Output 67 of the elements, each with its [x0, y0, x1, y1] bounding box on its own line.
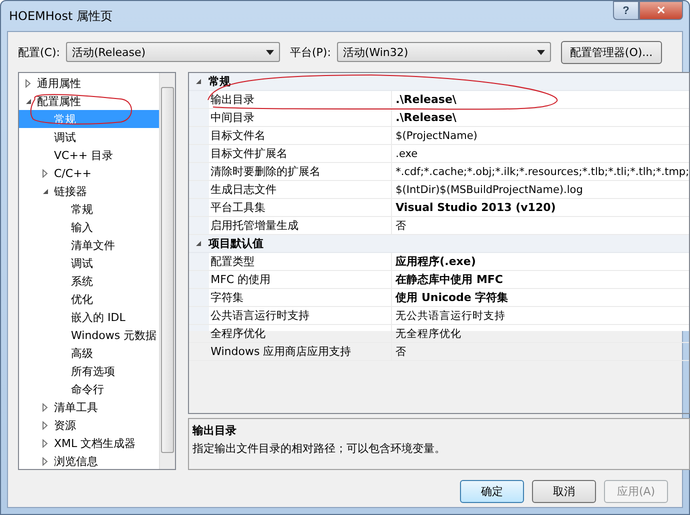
- property-value[interactable]: 否: [392, 343, 407, 360]
- tree-item[interactable]: 高级: [19, 344, 159, 362]
- tree-item[interactable]: 清单工具: [19, 398, 159, 416]
- tree-item[interactable]: 通用属性: [19, 74, 159, 92]
- dialog-button[interactable]: 确定: [460, 480, 524, 503]
- property-name[interactable]: 目标文件名: [208, 127, 392, 144]
- property-value[interactable]: Visual Studio 2013 (v120): [392, 199, 556, 216]
- description-text: 指定输出文件目录的相对路径；可以包含环境变量。: [192, 441, 447, 456]
- property-value[interactable]: *.cdf;*.cache;*.obj;*.ilk;*.resources;*.tlb;*.tli;*.tlh;*.tmp;: [392, 163, 690, 180]
- tree-item[interactable]: 优化: [19, 290, 159, 308]
- scrollbar[interactable]: [158, 73, 175, 469]
- property-value[interactable]: .\Release\: [392, 91, 456, 108]
- tree-item[interactable]: 系统: [19, 272, 159, 290]
- tree-item[interactable]: 命令行: [19, 380, 159, 398]
- property-name[interactable]: 全程序优化: [208, 325, 392, 342]
- tree-item[interactable]: 资源: [19, 416, 159, 434]
- property-value[interactable]: 无全程序优化: [392, 325, 462, 342]
- property-value[interactable]: 在静态库中使用 MFC: [392, 271, 503, 288]
- property-value[interactable]: 无公共语言运行时支持: [392, 307, 506, 324]
- property-name[interactable]: 目标文件扩展名: [208, 145, 392, 162]
- category-label: 常规: [208, 74, 231, 89]
- config-dropdown[interactable]: 活动(Release): [66, 42, 280, 62]
- tree-item[interactable]: 输入: [19, 218, 159, 236]
- window-title: HOEMHost 属性页: [9, 8, 114, 24]
- tree-item[interactable]: 常规: [19, 200, 159, 218]
- property-name[interactable]: 字符集: [208, 289, 392, 306]
- caret-icon: [536, 50, 545, 54]
- platform-dropdown[interactable]: 活动(Win32): [336, 42, 551, 62]
- property-name[interactable]: MFC 的使用: [208, 271, 392, 288]
- tree-item[interactable]: XML 文档生成器: [19, 434, 159, 452]
- description-title: 输出目录: [192, 423, 238, 438]
- property-name[interactable]: 平台工具集: [208, 199, 392, 216]
- tree-item[interactable]: 调试: [19, 128, 159, 146]
- property-name[interactable]: 输出目录: [208, 91, 392, 108]
- dialog-button[interactable]: 取消: [532, 480, 596, 503]
- property-name[interactable]: 清除时要删除的扩展名: [208, 163, 392, 180]
- property-value[interactable]: .\Release\: [392, 109, 456, 126]
- property-value[interactable]: 使用 Unicode 字符集: [392, 289, 508, 306]
- property-name[interactable]: 配置类型: [208, 253, 392, 270]
- tree-item[interactable]: 所有选项: [19, 362, 159, 380]
- tree-item[interactable]: VC++ 目录: [19, 146, 159, 164]
- help-button[interactable]: ?: [613, 1, 639, 20]
- category-row[interactable]: 常规: [188, 73, 690, 91]
- property-name[interactable]: 中间目录: [208, 109, 392, 126]
- tree-item[interactable]: 配置属性: [19, 92, 159, 110]
- property-value[interactable]: 应用程序(.exe): [392, 253, 476, 270]
- tree-item[interactable]: C/C++: [19, 164, 159, 182]
- property-value[interactable]: 否: [392, 217, 407, 234]
- category-label: 项目默认值: [208, 236, 264, 251]
- caret-icon: [266, 50, 274, 54]
- property-value[interactable]: .exe: [392, 145, 418, 162]
- property-value[interactable]: $(ProjectName): [392, 127, 478, 144]
- tree-item[interactable]: Windows 元数据: [19, 326, 159, 344]
- property-name[interactable]: 生成日志文件: [208, 181, 392, 198]
- tree-item[interactable]: 浏览信息: [19, 452, 159, 470]
- config-manager-button[interactable]: 配置管理器(O)...: [560, 40, 662, 64]
- category-row[interactable]: 项目默认值: [188, 235, 690, 253]
- config-label: 配置(C):: [18, 44, 60, 60]
- platform-label: 平台(P):: [290, 44, 331, 60]
- property-name[interactable]: 公共语言运行时支持: [208, 307, 392, 324]
- tree-item[interactable]: 清单文件: [19, 236, 159, 254]
- property-name[interactable]: Windows 应用商店应用支持: [208, 343, 392, 360]
- tree-item[interactable]: 链接器: [19, 182, 159, 200]
- tree-item[interactable]: 调试: [19, 254, 159, 272]
- property-value[interactable]: $(IntDir)$(MSBuildProjectName).log: [392, 181, 583, 198]
- tree-item[interactable]: 嵌入的 IDL: [19, 308, 159, 326]
- property-name[interactable]: 启用托管增量生成: [208, 217, 392, 234]
